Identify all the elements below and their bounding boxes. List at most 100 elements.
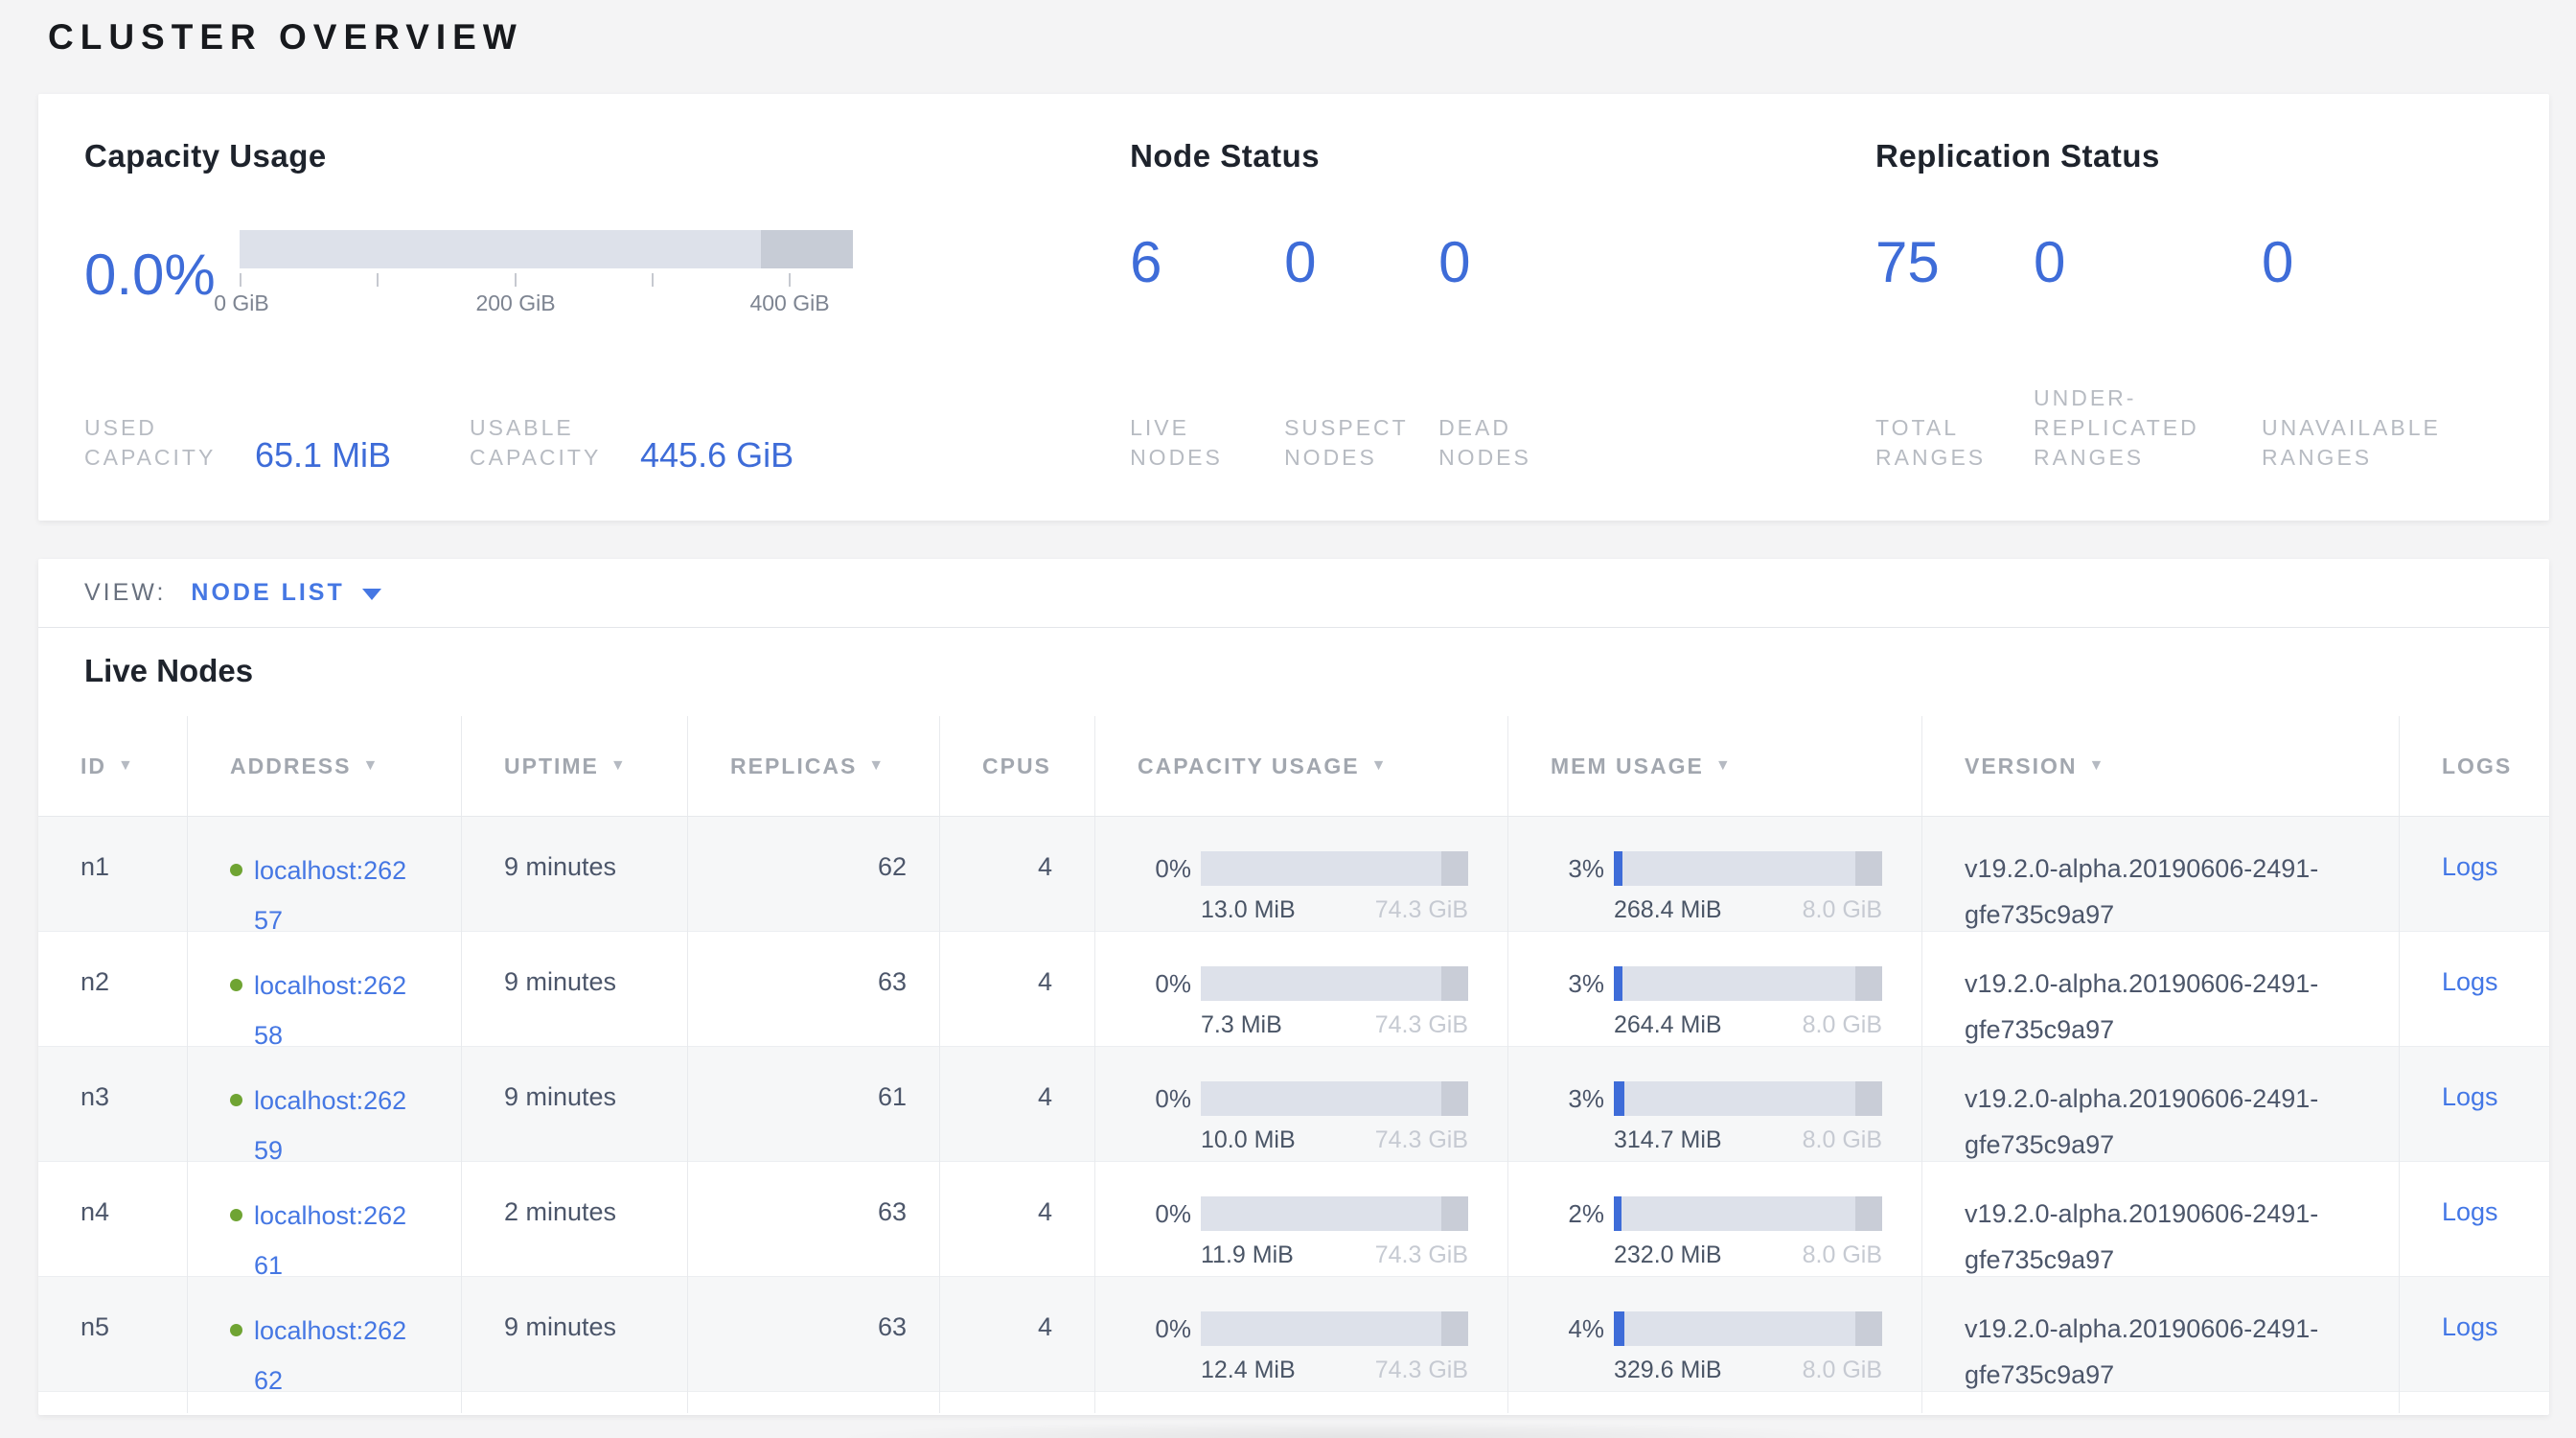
cluster-summary-card: Capacity Usage 0.0% 0 GiB 200 GiB 400 Gi… <box>38 94 2549 521</box>
partial-row-cell <box>462 1392 688 1413</box>
total-ranges-value: 75 <box>1875 234 2034 291</box>
capacity-total-value: 74.3 GiB <box>1375 1123 1468 1157</box>
column-header-version[interactable]: VERSION ▼ <box>1922 716 2400 816</box>
capacity-bar-track <box>1201 851 1468 886</box>
logs-link[interactable]: Logs <box>2442 1197 2498 1226</box>
column-header-label: VERSION <box>1965 754 2078 779</box>
column-header-label: CPUS <box>982 754 1051 779</box>
view-bar: VIEW: NODE LIST <box>38 559 2549 628</box>
column-header-label: REPLICAS <box>730 754 857 779</box>
capacity-bar-track <box>1201 1311 1468 1346</box>
memory-bar-end-segment <box>1855 1081 1882 1116</box>
memory-used-value: 329.6 MiB <box>1614 1353 1722 1387</box>
node-list-card: VIEW: NODE LIST Live Nodes ID▼ADDRESS▼UP… <box>38 559 2549 1415</box>
memory-total-value: 8.0 GiB <box>1803 1008 1882 1042</box>
used-capacity-stat: USED CAPACITY 65.1 MiB <box>84 413 470 473</box>
capacity-usage-cell: 0%11.9 MiB74.3 GiB <box>1095 1162 1508 1290</box>
dead-nodes-label: DEAD NODES <box>1438 413 1582 473</box>
node-live-dot <box>230 1209 242 1221</box>
replication-status-heading: Replication Status <box>1875 138 2511 174</box>
node-id: n5 <box>38 1277 188 1405</box>
node-cpus: 4 <box>940 1277 1095 1405</box>
logs-link[interactable]: Logs <box>2442 967 2498 996</box>
node-address-link[interactable]: localhost:26258 <box>254 961 412 1060</box>
logs-link[interactable]: Logs <box>2442 1312 2498 1341</box>
dead-nodes-stat: 0 DEAD NODES <box>1438 234 1593 473</box>
chevron-down-icon <box>362 589 381 600</box>
capacity-total-value: 74.3 GiB <box>1375 893 1468 927</box>
node-table-header: ID▼ADDRESS▼UPTIME▼REPLICAS▼CPUSCAPACITY … <box>38 716 2549 817</box>
column-header-label: ID <box>80 754 106 779</box>
axis-label-200: 200 GiB <box>475 290 555 316</box>
unavailable-ranges-value: 0 <box>2262 234 2511 291</box>
column-header-id[interactable]: ID▼ <box>38 716 188 816</box>
column-header-address[interactable]: ADDRESS▼ <box>188 716 462 816</box>
table-row-n4: n4localhost:262612 minutes6340%11.9 MiB7… <box>38 1162 2549 1277</box>
node-version: v19.2.0-alpha.20190606-2491-gfe735c9a97 <box>1922 817 2400 945</box>
node-address-link[interactable]: localhost:26262 <box>254 1306 412 1405</box>
logs-cell: Logs <box>2400 932 2549 1060</box>
logs-link[interactable]: Logs <box>2442 1082 2498 1111</box>
memory-bar-track <box>1614 851 1882 886</box>
capacity-bar-end-segment <box>1441 1196 1468 1231</box>
node-address-link[interactable]: localhost:26261 <box>254 1191 412 1290</box>
live-nodes-title: Live Nodes <box>38 628 2549 716</box>
capacity-total-value: 74.3 GiB <box>1375 1353 1468 1387</box>
logs-link[interactable]: Logs <box>2442 852 2498 881</box>
replication-status-section: Replication Status 75 TOTAL RANGES 0 UND… <box>1875 138 2511 473</box>
node-address-link[interactable]: localhost:26257 <box>254 846 412 945</box>
node-uptime: 9 minutes <box>462 932 688 1060</box>
sort-caret-icon: ▼ <box>1371 757 1389 775</box>
memory-used-value: 314.7 MiB <box>1614 1123 1722 1157</box>
page-title: CLUSTER OVERVIEW <box>48 17 2549 58</box>
capacity-bar-track <box>240 230 853 268</box>
node-live-dot <box>230 1324 242 1336</box>
memory-bar-track <box>1614 966 1882 1001</box>
column-header-capacity-usage[interactable]: CAPACITY USAGE▼ <box>1095 716 1508 816</box>
card-bottom-shadow <box>824 1421 1878 1438</box>
suspect-nodes-value: 0 <box>1284 234 1438 291</box>
node-version: v19.2.0-alpha.20190606-2491-gfe735c9a97 <box>1922 1162 2400 1290</box>
memory-bar-fill <box>1614 1081 1624 1116</box>
memory-used-value: 264.4 MiB <box>1614 1008 1722 1042</box>
capacity-usage-cell: 0%12.4 MiB74.3 GiB <box>1095 1277 1508 1405</box>
node-replicas: 62 <box>688 817 940 945</box>
table-row-n1: n1localhost:262579 minutes6240%13.0 MiB7… <box>38 817 2549 932</box>
cluster-overview-page: CLUSTER OVERVIEW Capacity Usage 0.0% 0 G… <box>0 17 2576 1415</box>
capacity-usage-section: Capacity Usage 0.0% 0 GiB 200 GiB 400 Gi… <box>84 138 1130 473</box>
replication-stats: 75 TOTAL RANGES 0 UNDER-REPLICATED RANGE… <box>1875 234 2511 473</box>
capacity-bar-end-segment <box>1441 966 1468 1001</box>
memory-bar-end-segment <box>1855 1311 1882 1346</box>
column-header-mem-usage[interactable]: MEM USAGE▼ <box>1508 716 1922 816</box>
total-ranges-stat: 75 TOTAL RANGES <box>1875 234 2034 473</box>
column-header-uptime[interactable]: UPTIME▼ <box>462 716 688 816</box>
node-replicas: 63 <box>688 932 940 1060</box>
view-dropdown[interactable]: NODE LIST <box>191 579 380 607</box>
partial-row-cell <box>1922 1392 2400 1413</box>
capacity-axis-ticks <box>240 271 853 289</box>
live-nodes-value: 6 <box>1130 234 1284 291</box>
memory-total-value: 8.0 GiB <box>1803 1353 1882 1387</box>
partial-row-cell <box>940 1392 1095 1413</box>
column-header-label: MEM USAGE <box>1551 754 1704 779</box>
capacity-bar-track <box>1201 1081 1468 1116</box>
sort-caret-icon: ▼ <box>2089 757 2106 775</box>
column-header-label: UPTIME <box>504 754 599 779</box>
node-address-link[interactable]: localhost:26259 <box>254 1076 412 1175</box>
mem-usage-cell: 2%232.0 MiB8.0 GiB <box>1508 1162 1922 1290</box>
capacity-total-value: 74.3 GiB <box>1375 1008 1468 1042</box>
under-replicated-ranges-value: 0 <box>2034 234 2262 291</box>
memory-bar-fill <box>1614 851 1622 886</box>
capacity-bar-end-segment <box>761 230 853 268</box>
node-cpus: 4 <box>940 1047 1095 1175</box>
node-address-cell: localhost:26261 <box>188 1162 462 1290</box>
memory-bar-fill <box>1614 1196 1622 1231</box>
live-nodes-label: LIVE NODES <box>1130 413 1274 473</box>
used-capacity-label: USED CAPACITY <box>84 413 245 473</box>
partial-row-cell <box>688 1392 940 1413</box>
node-cpus: 4 <box>940 817 1095 945</box>
column-header-replicas[interactable]: REPLICAS▼ <box>688 716 940 816</box>
unavailable-ranges-label: UNAVAILABLE RANGES <box>2262 413 2463 473</box>
axis-label-400: 400 GiB <box>749 290 829 316</box>
memory-bar-end-segment <box>1855 1196 1882 1231</box>
